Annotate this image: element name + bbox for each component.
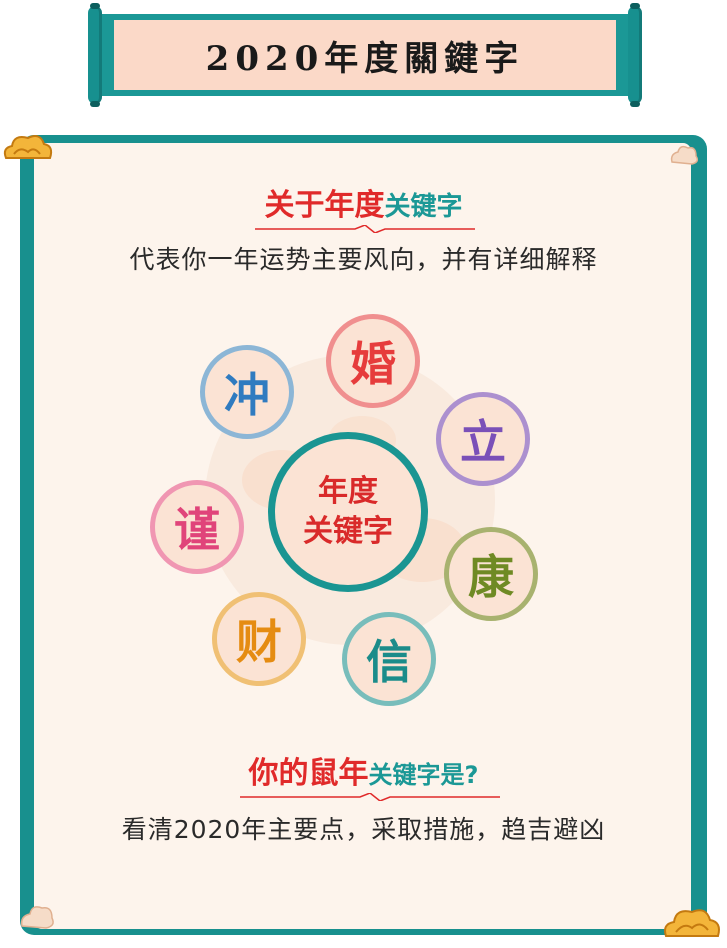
cloud-icon-bottom-right xyxy=(664,909,720,937)
keyword-char: 婚 xyxy=(350,337,396,391)
title-banner: 2020年度關鍵字 xyxy=(88,3,642,107)
keyword-circle-establish[interactable]: 立 xyxy=(436,392,530,486)
keyword-circle-health[interactable]: 康 xyxy=(444,527,538,621)
heading-teal-part: 关键字是? xyxy=(368,761,479,789)
heading-red-part: 你的鼠年 xyxy=(248,756,369,791)
keyword-circle-trust[interactable]: 信 xyxy=(342,612,436,706)
cloud-icon-bottom-left xyxy=(20,906,54,929)
center-line-1: 年度 xyxy=(318,474,378,509)
heading-underline xyxy=(255,225,475,233)
center-line-2: 关键字 xyxy=(303,514,393,549)
banner-title: 2020年度關鍵字 xyxy=(205,38,525,79)
heading-red-part: 关于年度 xyxy=(264,188,385,223)
cloud-icon-top-right xyxy=(670,145,699,165)
keyword-circle-clash[interactable]: 冲 xyxy=(200,345,294,439)
banner-panel: 2020年度關鍵字 xyxy=(114,20,616,90)
section-heading-about: 关于年度关键字 xyxy=(0,180,727,224)
section-description-your-keyword: 看清2020年主要点，采取措施，趋吉避凶 xyxy=(121,815,606,844)
keyword-char: 信 xyxy=(366,635,412,689)
scroll-rod-left xyxy=(88,3,102,107)
keyword-circle-marriage[interactable]: 婚 xyxy=(326,314,420,408)
heading-underline xyxy=(240,793,500,801)
center-keyword-badge: 年度 关键字 xyxy=(268,432,428,592)
keyword-circle-wealth[interactable]: 财 xyxy=(212,592,306,686)
cloud-icon-top-left xyxy=(3,135,53,159)
keyword-char: 康 xyxy=(468,550,514,604)
keyword-char: 财 xyxy=(236,615,282,669)
keyword-char: 冲 xyxy=(224,368,270,422)
heading-teal-part: 关键字 xyxy=(384,192,463,222)
section-description-about: 代表你一年运势主要风向，并有详细解释 xyxy=(129,245,598,274)
section-heading-your-keyword: 你的鼠年关键字是? xyxy=(0,748,727,792)
keyword-char: 立 xyxy=(460,415,506,469)
scroll-rod-right xyxy=(628,3,642,107)
keyword-circle-caution[interactable]: 谨 xyxy=(150,480,244,574)
keyword-char: 谨 xyxy=(174,503,220,557)
